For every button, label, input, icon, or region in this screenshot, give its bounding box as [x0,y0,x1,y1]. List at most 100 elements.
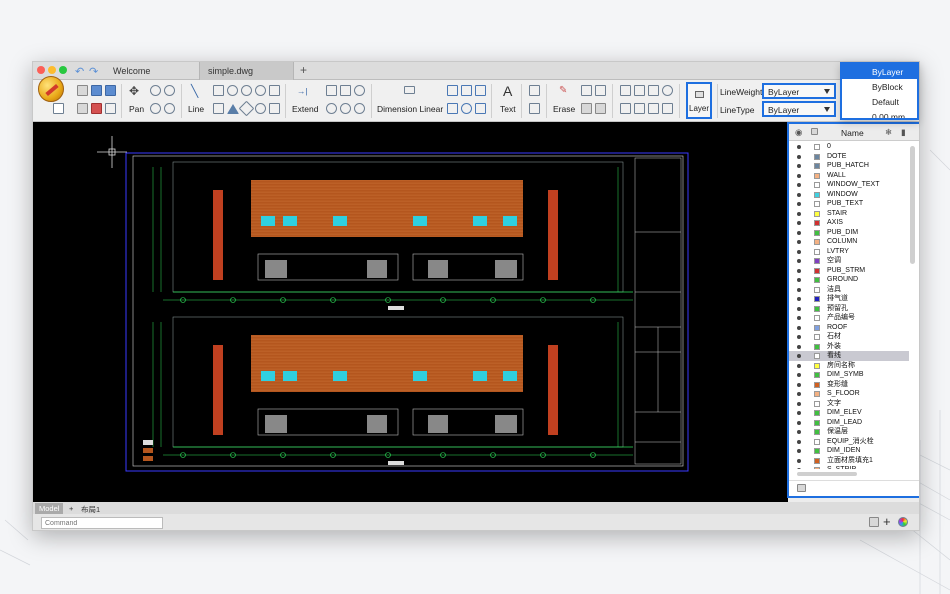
layer-color-swatch[interactable] [814,286,820,293]
visibility-dot-icon[interactable] [797,430,801,434]
print-icon[interactable] [77,103,88,114]
layer-color-swatch[interactable] [814,362,820,369]
layer-row[interactable]: 石材 [789,332,909,342]
triangle-icon[interactable] [227,104,239,114]
layer-color-swatch[interactable] [814,343,820,350]
copy-icon[interactable] [581,85,592,96]
layer-color-swatch[interactable] [814,163,820,169]
dim-arc-icon[interactable] [475,85,486,96]
visibility-dot-icon[interactable] [797,268,801,273]
visibility-dot-icon[interactable] [797,164,801,168]
lineweight-dropdown[interactable]: ByLayer ByBlock Default 0.00 mm [840,62,919,120]
polyline-icon[interactable] [213,85,224,96]
layer-color-swatch[interactable] [814,381,820,388]
visibility-dot-icon[interactable] [797,392,801,396]
erase-icon[interactable]: ✎ [559,85,567,96]
new-layer-icon[interactable] [797,484,806,492]
visibility-dot-icon[interactable] [797,202,801,206]
layer-row[interactable]: PUB_HATCH [789,161,909,171]
xref-icon[interactable] [662,103,673,114]
layer-row[interactable]: WALL [789,171,909,181]
layer-color-swatch[interactable] [814,191,820,198]
table-icon[interactable] [529,85,540,96]
visibility-dot-icon[interactable] [797,401,801,406]
open-folder-icon[interactable] [77,85,88,96]
tab-layout1[interactable]: 布局1 [77,503,104,514]
layer-row[interactable]: 文字 [789,399,909,409]
layer-color-swatch[interactable] [814,172,820,179]
trim-icon[interactable] [326,85,337,96]
layer-name-column[interactable]: Name [841,128,864,138]
layer-color-swatch[interactable] [814,229,820,236]
paste-icon[interactable] [595,85,606,96]
pan-icon[interactable]: ✥ [129,84,139,98]
visibility-dot-icon[interactable] [797,192,801,197]
layer-color-swatch[interactable] [814,353,820,359]
dropdown-item-default[interactable]: Default [842,94,917,109]
tab-welcome[interactable]: Welcome [105,62,199,80]
visibility-dot-icon[interactable] [797,449,801,453]
visibility-dot-icon[interactable] [797,240,801,244]
layer-color-swatch[interactable] [814,410,820,416]
add-tab-button[interactable]: + [300,63,307,77]
layer-row[interactable]: AXIS [789,218,909,228]
layer-color-swatch[interactable] [814,210,820,217]
layer-color-swatch[interactable] [814,182,820,188]
dim-ordinate-icon[interactable] [447,103,458,114]
layer-color-swatch[interactable] [814,220,820,226]
layer-color-swatch[interactable] [814,457,820,464]
layer-color-swatch[interactable] [814,239,820,245]
layer-color-swatch[interactable] [814,267,820,274]
visibility-dot-icon[interactable] [797,297,801,301]
pan-button[interactable]: Pan [129,104,144,114]
block-icon[interactable] [620,85,631,96]
spline-icon[interactable] [213,103,224,114]
zoom-in-icon[interactable] [150,85,161,96]
freeze-icon[interactable]: ❄ [885,127,892,138]
brush-icon[interactable] [595,103,606,114]
visibility-dot-icon[interactable] [797,344,801,349]
visibility-dot-icon[interactable] [797,154,801,159]
line-button[interactable]: Line [188,104,204,114]
visibility-dot-icon[interactable] [797,458,801,463]
visibility-dot-icon[interactable] [797,259,801,263]
chamfer-icon[interactable] [340,85,351,96]
match-properties-icon[interactable] [581,103,592,114]
layer-row[interactable]: STAIR [789,209,909,219]
visibility-dot-icon[interactable] [797,325,801,330]
layer-row[interactable]: WINDOW [789,190,909,200]
layer-color-swatch[interactable] [814,315,820,321]
layer-color-swatch[interactable] [814,277,820,283]
zoom-extents-icon[interactable] [164,103,175,114]
layer-row[interactable]: PUB_TEXT [789,199,909,209]
visibility-dot-icon[interactable] [797,411,801,415]
layer-row[interactable]: EQUIP_消火栓 [789,437,909,447]
layer-row[interactable]: DIM_ELEV [789,408,909,418]
visibility-dot-icon[interactable] [797,211,801,216]
circle-icon[interactable] [255,85,266,96]
lock-icon[interactable]: ▮ [901,127,906,138]
layer-color-swatch[interactable] [814,419,820,426]
layer-color-swatch[interactable] [814,448,820,454]
visibility-dot-icon[interactable] [797,183,801,187]
fillet-icon[interactable] [354,85,365,96]
dropdown-item-byblock[interactable]: ByBlock [842,79,917,94]
ray-icon[interactable] [269,103,280,114]
visibility-dot-icon[interactable] [797,249,801,254]
rotate-icon[interactable] [340,103,351,114]
layer-row[interactable]: 排气道 [789,294,909,304]
save-as-icon[interactable] [105,85,116,96]
layer-row[interactable]: 变形缝 [789,380,909,390]
region-icon[interactable] [648,103,659,114]
layer-button[interactable]: Layer [686,82,712,119]
layer-color-swatch[interactable] [814,305,820,312]
zoom-window-icon[interactable] [150,103,161,114]
layer-row[interactable]: S_FLOOR [789,389,909,399]
visibility-dot-icon[interactable] [797,221,801,225]
layer-color-swatch[interactable] [814,438,820,445]
tab-model[interactable]: Model [35,503,64,514]
command-input[interactable] [41,517,163,529]
ortho-icon[interactable]: + [883,514,891,529]
layer-row[interactable]: WINDOW_TEXT [789,180,909,190]
layer-color-swatch[interactable] [814,296,820,302]
